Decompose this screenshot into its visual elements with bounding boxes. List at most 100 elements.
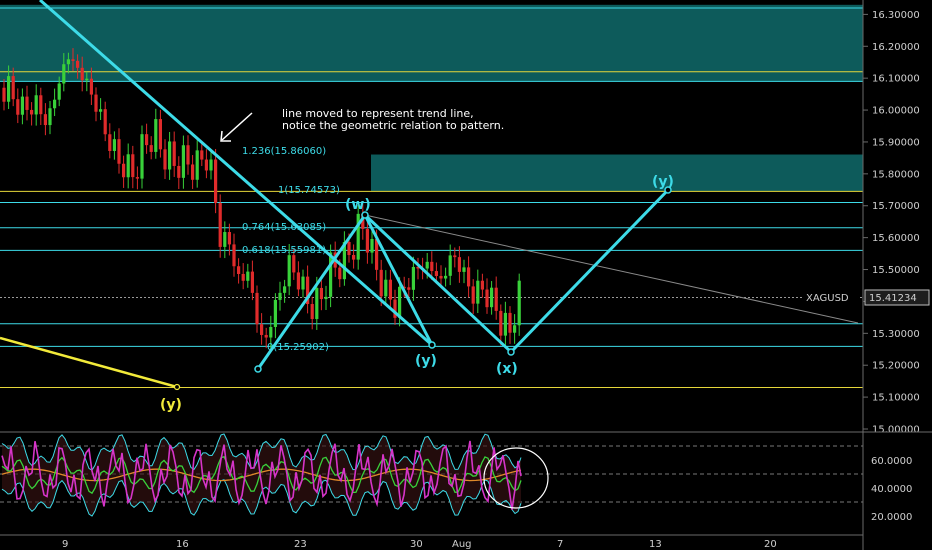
candle-body-43 — [200, 150, 204, 160]
candle-body-5 — [25, 96, 29, 110]
candle-body-52 — [241, 273, 245, 281]
candle-body-14 — [66, 59, 70, 65]
x-tick-23: 23 — [294, 539, 307, 550]
x-tick-7: 7 — [557, 539, 563, 550]
symbol-label: XAGUSD — [806, 293, 849, 304]
candle-body-69 — [319, 287, 323, 300]
y-tick-4: 15.90000 — [872, 137, 920, 148]
wave-label-x: (x) — [496, 361, 518, 377]
candle-body-82 — [379, 269, 383, 297]
candle-body-60 — [278, 292, 282, 300]
y-tick-13: 15.00000 — [872, 425, 920, 436]
candle-body-21 — [99, 109, 103, 112]
rsi-tick-40: 40.0000 — [871, 484, 912, 495]
y-tick-10: 15.30000 — [872, 329, 920, 340]
x-tick-30: 30 — [410, 539, 423, 550]
candle-body-59 — [273, 299, 277, 327]
candle-body-100 — [462, 267, 466, 272]
candle-body-92 — [425, 261, 429, 269]
candle-body-46 — [214, 159, 218, 204]
candle-body-102 — [471, 286, 475, 304]
x-tick-9: 9 — [62, 539, 68, 550]
candle-body-63 — [292, 255, 296, 273]
candle-body-45 — [209, 159, 213, 171]
candle-body-4 — [20, 96, 24, 115]
candle-body-2 — [11, 76, 15, 100]
pivot-low — [254, 365, 262, 373]
y-tick-11: 15.20000 — [872, 361, 920, 372]
candle-body-9 — [43, 114, 47, 126]
candle-body-18 — [85, 78, 89, 81]
candle-body-112 — [517, 280, 521, 326]
wave-label-w: (w) — [345, 197, 371, 213]
x-tick-aug: Aug — [452, 539, 472, 550]
candle-body-108 — [499, 310, 503, 336]
y-tick-12: 15.10000 — [872, 393, 920, 404]
candle-body-51 — [237, 266, 241, 274]
candle-body-73 — [338, 267, 342, 280]
candle-body-11 — [53, 99, 57, 109]
candle-body-84 — [388, 279, 392, 300]
candle-body-27 — [126, 154, 130, 178]
candle-body-6 — [30, 109, 34, 115]
xagusd-chart[interactable]: line moved to represent trend line, noti… — [0, 0, 932, 550]
candle-body-20 — [94, 94, 98, 112]
candle-body-80 — [370, 238, 374, 253]
candle-body-7 — [34, 95, 38, 115]
candle-body-95 — [439, 275, 443, 279]
candle-body-65 — [301, 276, 305, 290]
candle-body-0 — [2, 87, 6, 102]
candle-body-55 — [255, 292, 259, 325]
candle-body-83 — [384, 279, 388, 297]
candle-body-68 — [315, 287, 319, 319]
candle-body-35 — [163, 149, 167, 170]
candle-body-32 — [149, 145, 153, 152]
candle-body-44 — [204, 159, 208, 171]
y-tick-6: 15.70000 — [872, 201, 920, 212]
candle-body-86 — [398, 286, 402, 318]
candle-body-8 — [39, 95, 43, 115]
candle-body-47 — [218, 203, 222, 247]
candle-body-53 — [246, 271, 250, 281]
y-tick-7: 15.60000 — [872, 233, 920, 244]
candle-body-10 — [48, 108, 52, 126]
candle-body-33 — [154, 119, 158, 152]
candle-body-19 — [89, 78, 93, 95]
candle-body-57 — [264, 334, 268, 338]
candle-body-109 — [503, 312, 507, 336]
pivot-y1 — [428, 341, 436, 349]
rsi-tick-60: 60.0000 — [871, 456, 912, 467]
candle-body-15 — [71, 59, 75, 61]
fib-label-0618: 0.618(15.55981) — [242, 245, 326, 256]
candle-body-61 — [283, 286, 287, 293]
fib-label-1: 1(15.74573) — [278, 185, 340, 196]
candle-body-22 — [103, 109, 107, 135]
candle-body-81 — [375, 238, 379, 270]
candle-body-110 — [508, 312, 512, 333]
candle-body-28 — [131, 154, 135, 178]
candle-body-103 — [476, 280, 480, 304]
candle-body-48 — [223, 232, 227, 247]
candle-body-49 — [227, 232, 231, 245]
candle-body-3 — [16, 99, 20, 115]
candle-body-13 — [62, 64, 66, 84]
candle-body-56 — [260, 324, 264, 335]
candle-body-111 — [513, 325, 517, 333]
zone-0 — [0, 4, 863, 82]
candle-body-105 — [485, 289, 489, 308]
candle-body-79 — [365, 228, 369, 253]
candle-body-12 — [57, 83, 61, 100]
candle-body-42 — [195, 150, 199, 180]
candle-body-26 — [122, 163, 126, 178]
candle-body-37 — [172, 141, 176, 166]
wave-label-y1: (y) — [415, 353, 437, 369]
y-tick-0: 16.30000 — [872, 10, 920, 21]
candle-body-54 — [250, 271, 254, 293]
y-tick-5: 15.80000 — [872, 169, 920, 180]
candle-body-71 — [329, 252, 333, 297]
candle-body-17 — [80, 67, 84, 81]
candle-body-24 — [112, 139, 116, 151]
candle-body-70 — [324, 296, 328, 300]
candle-body-36 — [168, 141, 172, 170]
candle-body-25 — [117, 139, 121, 164]
